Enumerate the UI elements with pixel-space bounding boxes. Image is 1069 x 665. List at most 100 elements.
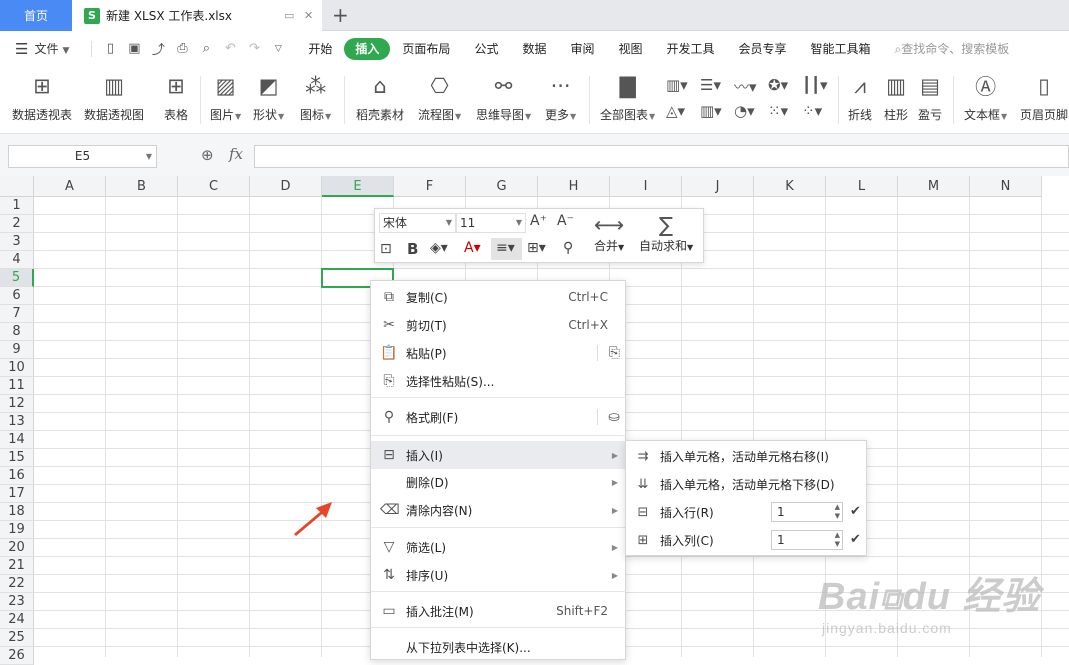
row-header[interactable]: 3: [0, 233, 34, 251]
column-header[interactable]: A: [34, 176, 106, 197]
new-file-icon[interactable]: ▯: [98, 41, 122, 56]
undo-icon[interactable]: ↶: [218, 41, 242, 56]
row-header[interactable]: 22: [0, 575, 34, 593]
sparkline-column-button[interactable]: ▥ 柱形: [884, 72, 908, 123]
sparkline-line-button[interactable]: ⩘ 折线: [848, 72, 872, 123]
row-header[interactable]: 14: [0, 431, 34, 449]
row-header[interactable]: 6: [0, 287, 34, 305]
combo-chart-icon[interactable]: ▥▾: [700, 102, 722, 120]
menu-item-cut[interactable]: ✂ 剪切(T) Ctrl+X: [371, 311, 626, 339]
menu-item-filter[interactable]: ▽ 筛选(L) ▶: [371, 533, 626, 561]
restore-icon[interactable]: ▭: [284, 9, 294, 22]
pivot-chart-button[interactable]: ▥ 数据透视图: [84, 72, 144, 123]
format-painter-icon[interactable]: ⛀: [608, 409, 620, 425]
all-charts-button[interactable]: ▇ 全部图表▼: [600, 72, 655, 123]
row-header[interactable]: 24: [0, 611, 34, 629]
menu-formula[interactable]: 公式: [462, 38, 510, 60]
column-header[interactable]: N: [970, 176, 1042, 197]
row-header[interactable]: 8: [0, 323, 34, 341]
row-header[interactable]: 11: [0, 377, 34, 395]
material-button[interactable]: ⌂ 稻壳素材: [356, 72, 404, 123]
row-header[interactable]: 23: [0, 593, 34, 611]
font-select[interactable]: 宋体 ▼: [379, 213, 456, 233]
confirm-check-icon[interactable]: ✔: [850, 504, 861, 519]
menu-data[interactable]: 数据: [510, 38, 558, 60]
format-cells-icon[interactable]: ⊡: [380, 241, 392, 257]
file-menu[interactable]: 文件 ▼: [34, 40, 69, 57]
menu-item-format-painter[interactable]: ⚲ 格式刷(F) ⛀: [371, 403, 626, 431]
menu-developer[interactable]: 开发工具: [655, 38, 727, 60]
column-header[interactable]: B: [106, 176, 178, 197]
hamburger-icon[interactable]: ☰: [15, 40, 28, 58]
bubble-chart-icon[interactable]: ⁘▾: [802, 102, 822, 120]
row-header[interactable]: 16: [0, 467, 34, 485]
bar-chart-icon[interactable]: ☰▾: [700, 76, 721, 94]
textbox-button[interactable]: Ⓐ 文本框▼: [964, 72, 1007, 123]
more-button[interactable]: ··· 更多▼: [545, 72, 576, 123]
row-header[interactable]: 2: [0, 215, 34, 233]
function-icon[interactable]: fx: [229, 145, 243, 163]
close-icon[interactable]: ✕: [304, 9, 313, 22]
flowchart-button[interactable]: ⎔ 流程图▼: [418, 72, 461, 123]
fill-color-icon[interactable]: ◈▾: [430, 240, 448, 256]
mindmap-button[interactable]: ⚯ 思维导图▼: [476, 72, 531, 123]
row-header[interactable]: 25: [0, 629, 34, 647]
column-header[interactable]: M: [898, 176, 970, 197]
redo-icon[interactable]: ↷: [242, 41, 266, 56]
header-footer-button[interactable]: ▯ 页眉页脚: [1020, 72, 1068, 123]
shape-button[interactable]: ◩ 形状▼: [253, 72, 284, 123]
print-preview-icon[interactable]: ⌕: [194, 41, 218, 56]
row-header[interactable]: 20: [0, 539, 34, 557]
table-button[interactable]: ⊞ 表格: [164, 72, 188, 123]
line-chart-icon[interactable]: 〰▾: [734, 76, 757, 97]
font-size-select[interactable]: 11 ▼: [456, 213, 526, 233]
menu-item-delete[interactable]: 删除(D) ▶: [371, 468, 626, 496]
customize-icon[interactable]: ▽: [266, 44, 290, 54]
column-header[interactable]: I: [610, 176, 682, 197]
column-header[interactable]: J: [682, 176, 754, 197]
row-header[interactable]: 7: [0, 305, 34, 323]
name-box[interactable]: E5 ▼: [8, 145, 157, 168]
row-header[interactable]: 5: [0, 269, 34, 287]
spin-arrows-icon[interactable]: ▲ ▼: [835, 503, 840, 521]
menu-item-insert-comment[interactable]: ▭ 插入批注(M) Shift+F2: [371, 597, 626, 625]
confirm-check-icon[interactable]: ✔: [850, 532, 861, 547]
command-search[interactable]: ⌕查找命令、搜索模板: [895, 40, 1010, 57]
pivot-table-button[interactable]: ⊞ 数据透视表: [12, 72, 72, 123]
row-header[interactable]: 12: [0, 395, 34, 413]
menu-item-clear[interactable]: ⌫ 清除内容(N) ▶: [371, 496, 626, 524]
stock-chart-icon[interactable]: ┃┃▾: [802, 76, 828, 94]
column-chart-icon[interactable]: ▥▾: [666, 76, 688, 94]
submenu-insert-column[interactable]: ⊞ 插入列(C) 1 ▲ ▼ ✔: [626, 526, 867, 554]
row-header[interactable]: 17: [0, 485, 34, 503]
submenu-insert-shift-right[interactable]: ⇉ 插入单元格，活动单元格右移(I): [626, 442, 867, 470]
pie-chart-icon[interactable]: ◔▾: [734, 102, 755, 120]
sparkline-winloss-button[interactable]: ▤ 盈亏: [918, 72, 942, 123]
export-icon[interactable]: ⤴: [146, 39, 170, 58]
tab-file[interactable]: S 新建 XLSX 工作表.xlsx ▭ ✕: [72, 0, 322, 31]
row-header[interactable]: 4: [0, 251, 34, 269]
submenu-insert-row[interactable]: ⊟ 插入行(R) 1 ▲ ▼ ✔: [626, 498, 867, 526]
scatter-chart-icon[interactable]: ⁙▾: [768, 102, 788, 120]
menu-item-copy[interactable]: ⧉ 复制(C) Ctrl+C: [371, 283, 626, 311]
column-header[interactable]: F: [394, 176, 466, 197]
row-header[interactable]: 10: [0, 359, 34, 377]
font-color-icon[interactable]: A▾: [464, 240, 481, 256]
row-header[interactable]: 15: [0, 449, 34, 467]
save-icon[interactable]: ▣: [122, 41, 146, 56]
column-header[interactable]: D: [250, 176, 322, 197]
submenu-insert-shift-down[interactable]: ⇊ 插入单元格，活动单元格下移(D): [626, 470, 867, 498]
radar-chart-icon[interactable]: ✪▾: [768, 76, 788, 94]
menu-review[interactable]: 审阅: [558, 38, 606, 60]
column-header[interactable]: E: [322, 176, 394, 197]
menu-item-sort[interactable]: ⇅ 排序(U) ▶: [371, 561, 626, 589]
increase-font-icon[interactable]: A⁺: [530, 213, 547, 229]
row-header[interactable]: 21: [0, 557, 34, 575]
menu-start[interactable]: 开始: [296, 38, 344, 60]
bold-button[interactable]: B: [407, 240, 418, 258]
menu-member[interactable]: 会员专享: [727, 38, 799, 60]
row-header[interactable]: 19: [0, 521, 34, 539]
column-header[interactable]: L: [826, 176, 898, 197]
new-tab-icon[interactable]: +: [332, 3, 349, 27]
row-header[interactable]: 1: [0, 197, 34, 215]
